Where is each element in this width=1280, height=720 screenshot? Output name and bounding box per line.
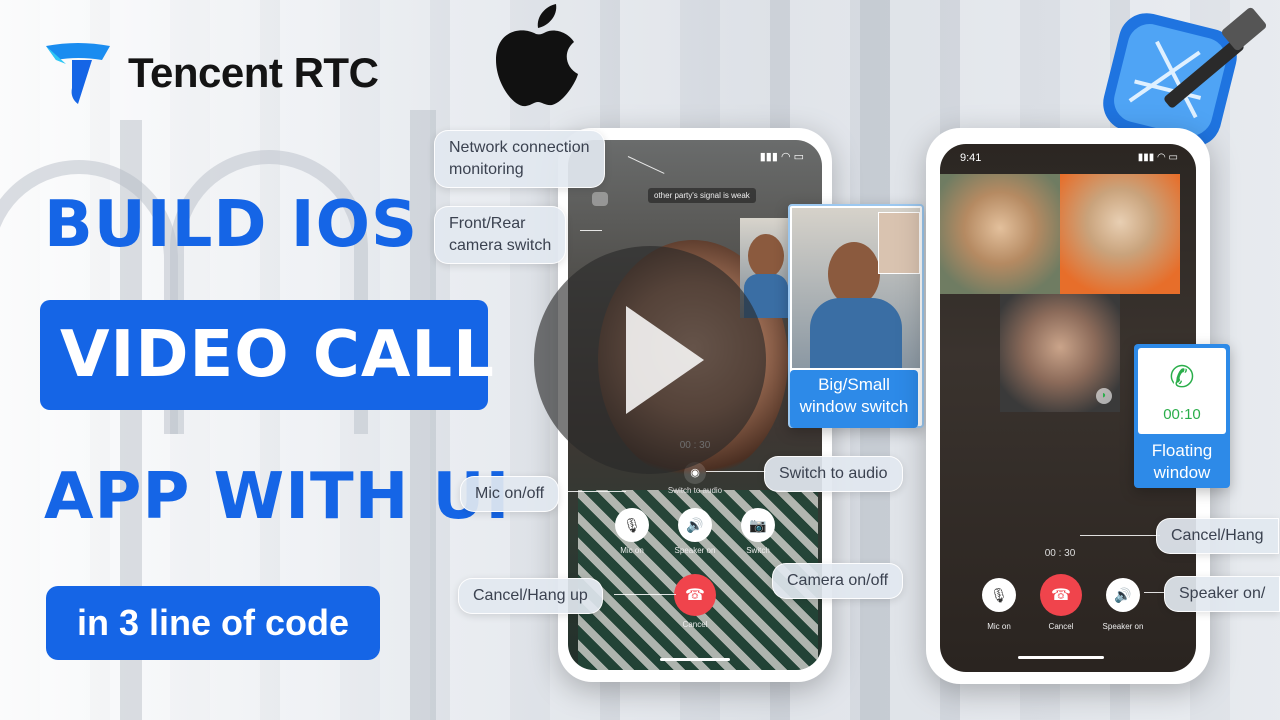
status-time: 9:41 (960, 152, 982, 164)
camera-label: Switch (746, 546, 770, 555)
callout-speaker-right: Speaker on/ (1164, 576, 1280, 612)
floating-window-label: Floating window (1151, 441, 1213, 482)
floating-window-card: ✆ 00:10 (1138, 348, 1226, 434)
hangup-label: Cancel (682, 620, 708, 629)
connector-line (1144, 592, 1164, 593)
participant-3-video[interactable]: ◗ (1000, 294, 1120, 412)
connector-line (1080, 535, 1160, 536)
signal-wifi-battery-icon: ▮▮▮ ◠ ▭ (1137, 152, 1178, 163)
brand-name: Tencent RTC (128, 49, 379, 96)
floating-window[interactable]: ✆ 00:10 Floating window (1134, 344, 1230, 488)
floating-timer: 00:10 (1163, 406, 1201, 423)
signal-wifi-battery-icon: ▮▮▮ ◠ ▭ (759, 151, 804, 163)
callout-mic: Mic on/off (460, 476, 560, 512)
headline-line-1: BUILD IOS (44, 188, 419, 262)
big-small-preview: Big/Small window switch (788, 204, 924, 428)
speaker-icon: 🔊 (686, 516, 704, 533)
participant-1-video[interactable] (940, 174, 1060, 294)
callout-hang-right: Cancel/Hang (1156, 518, 1279, 554)
home-indicator (1018, 656, 1104, 659)
callout-switch-audio: Switch to audio (764, 456, 903, 492)
connector-line (562, 491, 626, 492)
callout-hangup: Cancel/Hang up (458, 578, 603, 614)
hangup-button[interactable]: ☎ (1040, 574, 1082, 616)
connector-line (614, 594, 676, 595)
brand-logo: Tencent RTC (42, 38, 379, 108)
mic-icon: 🎙 (623, 516, 641, 533)
connector-line (706, 471, 766, 472)
callout-camera-onoff: Camera on/off (772, 563, 904, 599)
speaking-icon: ◗ (1096, 388, 1112, 404)
camera-icon: 📷 (749, 516, 767, 533)
signal-warning-banner: other party's signal is weak (648, 188, 756, 203)
participant-2-video[interactable] (1060, 174, 1180, 294)
callout-camera-switch: Front/Rear camera switch (434, 206, 567, 264)
callout-network: Network connection monitoring (434, 130, 605, 188)
mic-label: Mic on (987, 622, 1011, 631)
tencent-rtc-logo-icon (46, 43, 110, 104)
speaker-button[interactable]: 🔊 (678, 508, 712, 542)
headline-line-3: APP WITH UI (44, 460, 511, 534)
mic-icon: 🎙 (990, 586, 1008, 603)
camera-switch-icon[interactable] (592, 192, 608, 206)
connector-line (580, 230, 602, 231)
mic-button[interactable]: 🎙 (982, 578, 1016, 612)
hangup-label: Cancel (1048, 622, 1074, 631)
camera-button[interactable]: 📷 (741, 508, 775, 542)
code-badge: in 3 line of code (46, 586, 380, 660)
play-icon (626, 306, 704, 414)
mic-label: Mic on (620, 546, 644, 555)
hangup-icon: ☎ (1051, 587, 1071, 604)
preview-person (828, 242, 880, 306)
speaker-icon: 🔊 (1114, 586, 1132, 603)
phone-call-icon: ✆ (1169, 361, 1195, 394)
hangup-icon: ☎ (685, 587, 705, 604)
big-small-label: Big/Small window switch (790, 370, 918, 428)
preview-shirt (810, 298, 902, 368)
headline-line-2: VIDEO CALL (60, 318, 495, 392)
apple-icon (496, 4, 578, 107)
speaker-label: Speaker on (1102, 622, 1144, 631)
preview-video (792, 208, 920, 368)
speaker-label: Speaker on (674, 546, 716, 555)
call-timer: 00 : 30 (1044, 548, 1076, 559)
video-play-button[interactable] (534, 246, 766, 474)
preview-pip (878, 212, 920, 274)
mic-button[interactable]: 🎙 (615, 508, 649, 542)
status-bar: ▮▮▮ ◠ ▭ (568, 140, 822, 170)
hangup-button[interactable]: ☎ (674, 574, 716, 616)
speaker-button[interactable]: 🔊 (1106, 578, 1140, 612)
home-indicator (660, 658, 730, 661)
